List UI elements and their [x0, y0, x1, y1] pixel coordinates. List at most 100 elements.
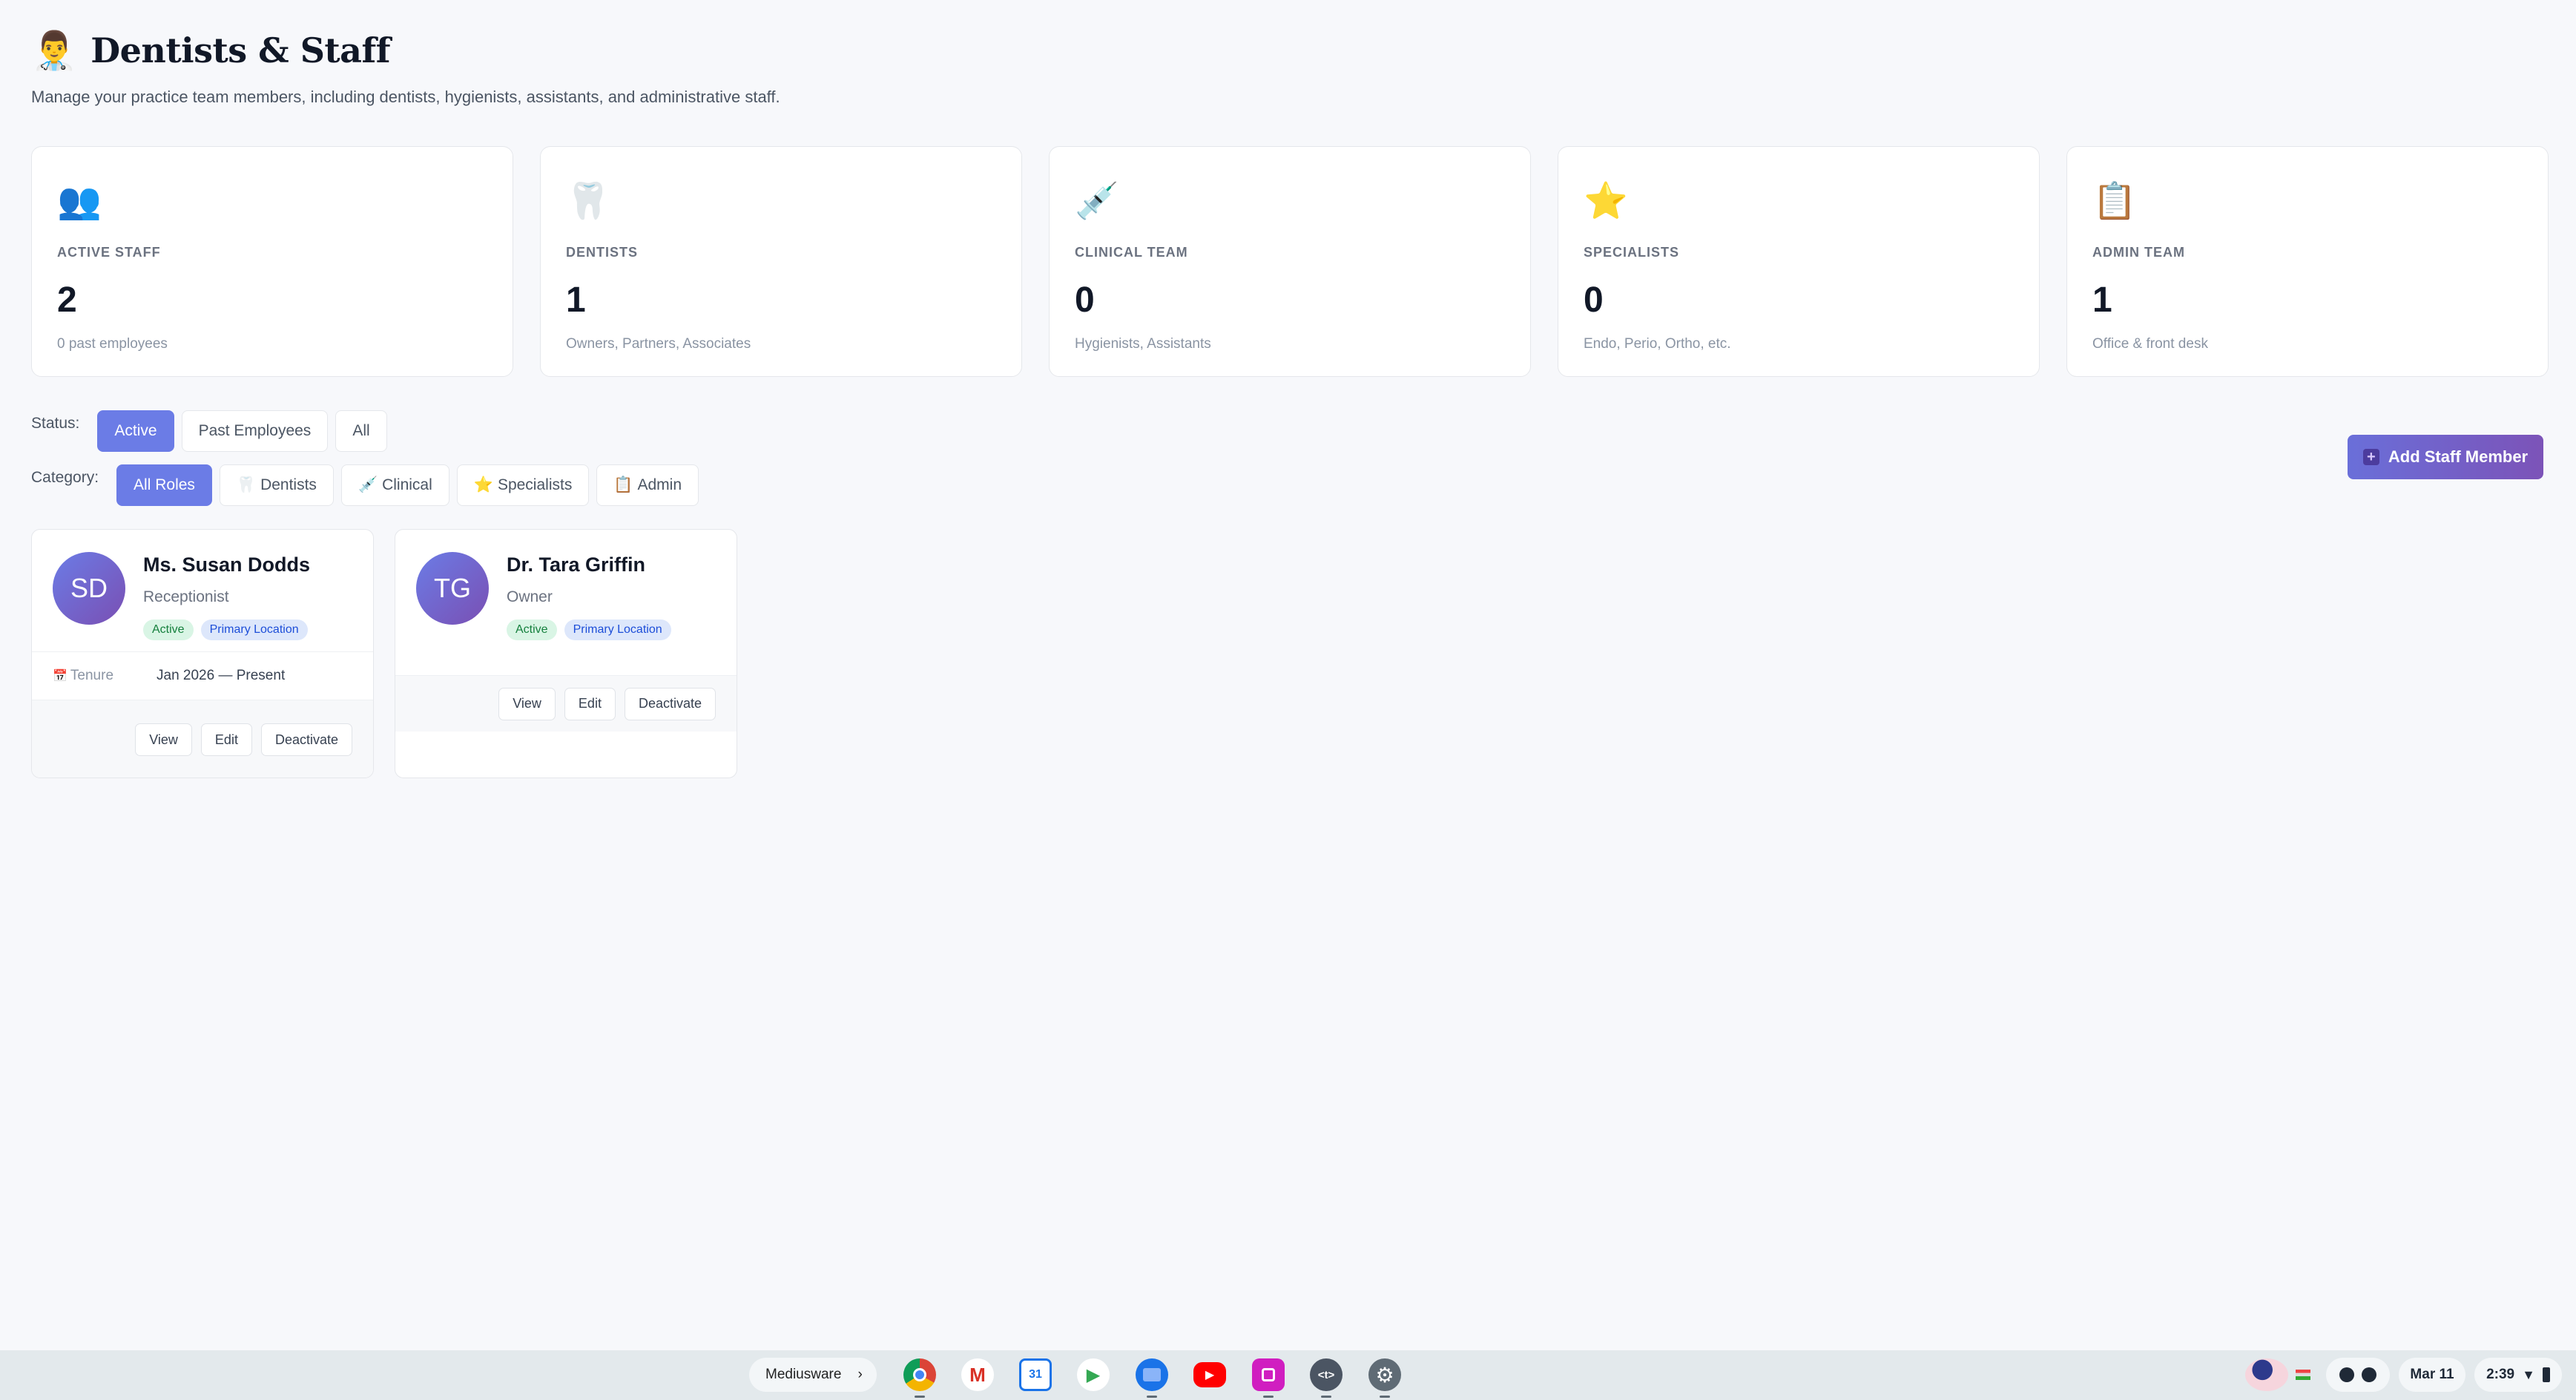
play-store-icon[interactable]: ▶: [1077, 1358, 1110, 1391]
running-indicator: [1380, 1396, 1390, 1398]
user-avatars[interactable]: [2241, 1358, 2314, 1392]
star-icon: ⭐: [1584, 182, 1628, 221]
running-indicator: [915, 1396, 925, 1398]
tenure-row: 📅 Tenure Jan 2026 — Present: [32, 652, 373, 700]
view-button[interactable]: View: [498, 687, 556, 720]
stat-subtext: 0 past employees: [57, 336, 168, 352]
tenure-label-text: Tenure: [70, 668, 114, 683]
staff-badges: Active Primary Location: [507, 620, 671, 640]
category-filter-dentists[interactable]: 🦷 Dentists: [219, 464, 334, 506]
workspace-launcher[interactable]: Mediusware ›: [749, 1358, 877, 1392]
stat-value: 1: [2092, 280, 2112, 320]
youtube-icon[interactable]: ▶: [1193, 1362, 1226, 1387]
clipboard-icon: 📋: [613, 476, 633, 493]
status-filter-active[interactable]: Active: [97, 410, 174, 452]
calendar-icon[interactable]: 31: [1019, 1358, 1052, 1391]
taskbar: Mediusware › M 31 ▶ ▶ <t> ⚙ Mar 11 2:39 …: [0, 1350, 2576, 1400]
staff-card-header: SD Ms. Susan Dodds Receptionist Active P…: [32, 530, 373, 651]
edit-button[interactable]: Edit: [200, 723, 252, 756]
stat-label: CLINICAL TEAM: [1075, 245, 1188, 260]
page-subtitle: Manage your practice team members, inclu…: [31, 88, 780, 106]
stat-label: SPECIALISTS: [1584, 245, 1680, 260]
people-icon: 👥: [57, 182, 102, 221]
staff-card[interactable]: SD Ms. Susan Dodds Receptionist Active P…: [31, 529, 374, 778]
tooth-icon: 🦷: [566, 182, 610, 221]
staff-name[interactable]: Ms. Susan Dodds: [143, 553, 310, 576]
notification-tray[interactable]: [2326, 1358, 2390, 1392]
flag-icon: [2296, 1370, 2310, 1380]
category-filter-admin[interactable]: 📋 Admin: [596, 464, 699, 506]
chrome-center: [913, 1368, 926, 1381]
files-icon[interactable]: [1136, 1358, 1168, 1391]
gmail-icon[interactable]: M: [961, 1358, 994, 1391]
category-filter-label: Category:: [31, 469, 99, 486]
stat-subtext: Endo, Perio, Ortho, etc.: [1584, 336, 1731, 352]
staff-name[interactable]: Dr. Tara Griffin: [507, 553, 671, 576]
location-badge: Primary Location: [564, 620, 671, 640]
avatar: [2245, 1358, 2288, 1391]
stat-subtext: Hygienists, Assistants: [1075, 336, 1211, 352]
folder-shape: [1143, 1368, 1161, 1381]
category-filter-label-text: Admin: [637, 476, 682, 493]
category-filter-clinical[interactable]: 💉 Clinical: [340, 464, 449, 506]
edit-button[interactable]: Edit: [564, 687, 616, 720]
staff-card[interactable]: TG Dr. Tara Griffin Owner Active Primary…: [395, 529, 737, 778]
add-staff-member-label: Add Staff Member: [2388, 447, 2529, 466]
location-badge: Primary Location: [200, 620, 308, 640]
category-filter-all-roles[interactable]: All Roles: [116, 464, 212, 506]
dentist-icon: 👨‍⚕️: [31, 30, 78, 71]
staff-info: Dr. Tara Griffin Owner Active Primary Lo…: [507, 552, 671, 675]
screenshot-app-icon[interactable]: [1252, 1358, 1285, 1391]
screenshot-frame: [1262, 1368, 1275, 1381]
stat-card-active-staff: 👥 ACTIVE STAFF 2 0 past employees: [31, 146, 513, 377]
star-icon: ⭐: [473, 476, 493, 493]
date-display[interactable]: Mar 11: [2399, 1358, 2465, 1392]
status-filter-past-employees[interactable]: Past Employees: [181, 410, 329, 452]
status-badge: Active: [507, 620, 557, 640]
wifi-icon: ▼: [2522, 1367, 2535, 1382]
staff-role: Owner: [507, 588, 553, 605]
category-filter: Category: All Roles 🦷 Dentists 💉 Clinica…: [31, 464, 699, 506]
deactivate-button[interactable]: Deactivate: [624, 687, 716, 720]
chrome-icon[interactable]: [903, 1358, 936, 1391]
tenure-value: Jan 2026 — Present: [157, 668, 286, 683]
page-header: 👨‍⚕️ Dentists & Staff: [31, 28, 391, 73]
code-editor-icon[interactable]: <t>: [1310, 1358, 1343, 1391]
syringe-icon: 💉: [1075, 182, 1119, 221]
record-icon: [2339, 1367, 2354, 1382]
category-filter-label-text: Clinical: [382, 476, 432, 493]
status-filter: Status: Active Past Employees All: [31, 410, 387, 452]
stats-row: 👥 ACTIVE STAFF 2 0 past employees 🦷 DENT…: [31, 146, 2549, 377]
page-title: Dentists & Staff: [90, 30, 391, 70]
stat-card-admin-team: 📋 ADMIN TEAM 1 Office & front desk: [2066, 146, 2549, 377]
staff-card-actions: View Edit Deactivate: [395, 675, 737, 732]
stat-value: 0: [1584, 280, 1604, 320]
add-staff-member-button[interactable]: + Add Staff Member: [2348, 435, 2543, 479]
stat-value: 0: [1075, 280, 1095, 320]
stat-subtext: Owners, Partners, Associates: [566, 336, 751, 352]
staff-page: 👨‍⚕️ Dentists & Staff Manage your practi…: [0, 0, 2576, 1350]
plus-icon: +: [2362, 449, 2379, 465]
workspace-label: Mediusware: [765, 1367, 842, 1382]
stat-subtext: Office & front desk: [2092, 336, 2208, 352]
stat-value: 1: [566, 280, 586, 320]
stat-card-clinical-team: 💉 CLINICAL TEAM 0 Hygienists, Assistants: [1049, 146, 1531, 377]
category-filter-label-text: Specialists: [497, 476, 573, 493]
settings-icon[interactable]: ⚙: [1368, 1358, 1401, 1391]
stat-label: ADMIN TEAM: [2092, 245, 2185, 260]
category-filter-label-text: Dentists: [260, 476, 317, 493]
category-filter-specialists[interactable]: ⭐ Specialists: [456, 464, 590, 506]
deactivate-button[interactable]: Deactivate: [260, 723, 352, 756]
avatar: TG: [416, 552, 489, 625]
tenure-label: 📅 Tenure: [53, 668, 157, 684]
staff-card-header: TG Dr. Tara Griffin Owner Active Primary…: [395, 530, 737, 675]
status-badge: Active: [143, 620, 194, 640]
status-tray[interactable]: 2:39 ▼: [2474, 1358, 2562, 1392]
running-indicator: [1321, 1396, 1331, 1398]
stat-card-specialists: ⭐ SPECIALISTS 0 Endo, Perio, Ortho, etc.: [1558, 146, 2040, 377]
view-button[interactable]: View: [135, 723, 192, 756]
status-filter-all[interactable]: All: [335, 410, 387, 452]
tooth-icon: 🦷: [236, 476, 257, 493]
staff-badges: Active Primary Location: [143, 620, 310, 640]
stat-label: ACTIVE STAFF: [57, 245, 161, 260]
